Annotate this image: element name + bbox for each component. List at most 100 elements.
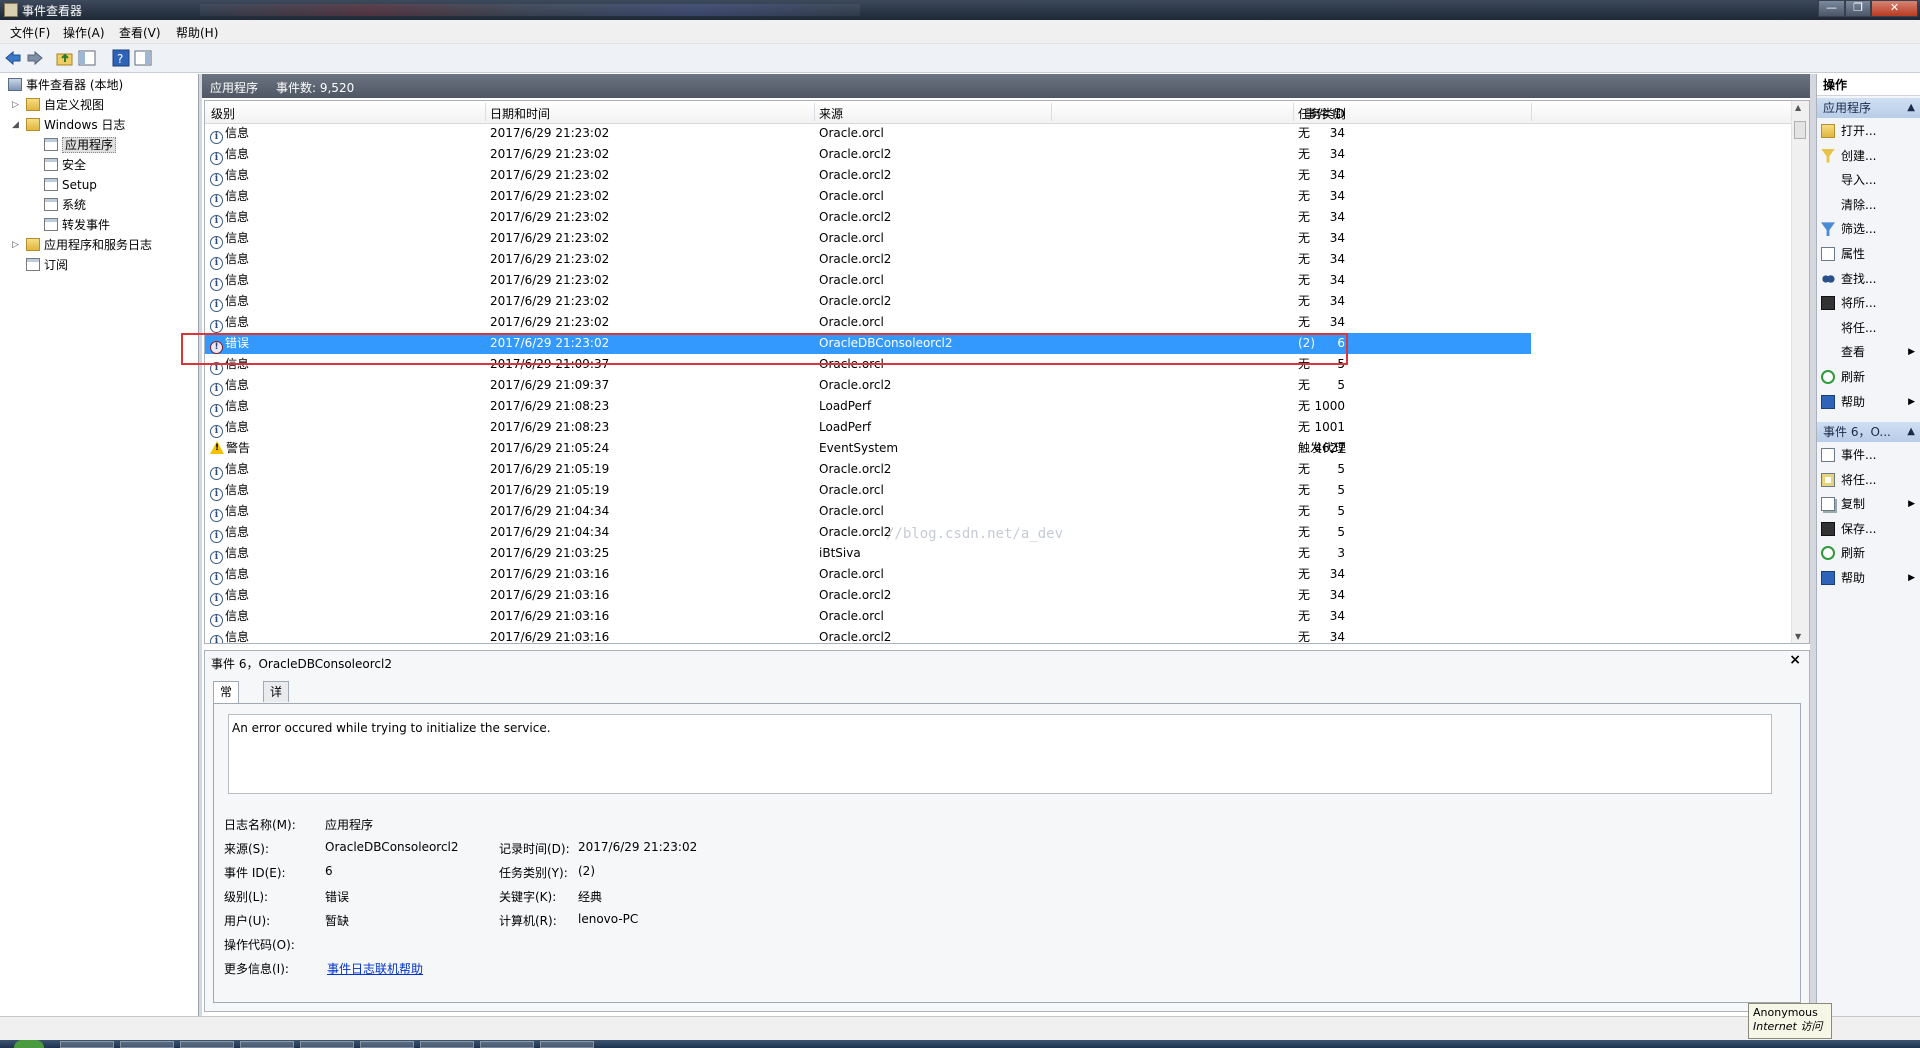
taskbar-button[interactable] xyxy=(360,1041,414,1048)
pane-splitter[interactable] xyxy=(199,74,202,1016)
action-save[interactable]: 将所... xyxy=(1821,292,1919,314)
column-header-task[interactable]: 任务类别 xyxy=(1298,105,1346,122)
event-row[interactable]: i 信息 2017/6/29 21:03:16 Oracle.orcl2 34 无 xyxy=(205,627,1793,643)
action-open[interactable]: 打开... xyxy=(1821,120,1919,142)
expand-arrow-icon[interactable]: ▷ xyxy=(12,236,19,254)
event-row[interactable]: i 信息 2017/6/29 21:05:19 Oracle.orcl2 5 无 xyxy=(205,459,1793,480)
column-divider[interactable] xyxy=(1293,103,1294,121)
tab-general[interactable]: 常规 xyxy=(213,681,240,720)
event-row[interactable]: i 信息 2017/6/29 21:23:02 Oracle.orcl 34 无 xyxy=(205,270,1793,291)
event-row[interactable]: i 信息 2017/6/29 21:08:23 LoadPerf 1001 无 xyxy=(205,417,1793,438)
column-divider[interactable] xyxy=(485,103,486,121)
action-group-application[interactable]: 应用程序 ▲ xyxy=(1817,98,1920,118)
event-row[interactable]: i 信息 2017/6/29 21:04:34 Oracle.orcl 5 无 xyxy=(205,501,1793,522)
event-row[interactable]: i 信息 2017/6/29 21:03:16 Oracle.orcl2 34 无 xyxy=(205,585,1793,606)
maximize-button[interactable]: ❐ xyxy=(1845,0,1871,17)
tree-item-security[interactable]: 安全 xyxy=(44,156,86,174)
online-help-link[interactable]: 事件日志联机帮助 xyxy=(327,960,423,977)
action-attach-task[interactable]: 将任... xyxy=(1821,317,1919,339)
show-action-pane-icon[interactable] xyxy=(134,49,152,67)
vertical-scrollbar[interactable]: ▲ ▼ xyxy=(1791,101,1809,643)
action-properties[interactable]: 属性 xyxy=(1821,243,1919,265)
scroll-down-arrow-icon[interactable]: ▼ xyxy=(1795,632,1801,641)
collapse-arrow-icon[interactable]: ◢ xyxy=(12,116,19,134)
column-header-level[interactable]: 级别 xyxy=(211,105,235,122)
event-row[interactable]: i 信息 2017/6/29 21:09:37 Oracle.orcl2 5 无 xyxy=(205,375,1793,396)
action-help[interactable]: 帮助 ▶ xyxy=(1821,391,1919,413)
event-row[interactable]: i 信息 2017/6/29 21:23:02 Oracle.orcl 34 无 xyxy=(205,312,1793,333)
action-view[interactable]: 查看 ▶ xyxy=(1821,341,1919,363)
event-row[interactable]: i 信息 2017/6/29 21:23:02 Oracle.orcl2 34 无 xyxy=(205,207,1793,228)
minimize-button[interactable]: — xyxy=(1818,0,1845,17)
tree-item-application[interactable]: 应用程序 xyxy=(44,136,117,154)
event-message[interactable]: An error occured while trying to initial… xyxy=(228,714,1772,794)
tree-item-forwarded-events[interactable]: 转发事件 xyxy=(44,216,110,234)
column-divider[interactable] xyxy=(1051,103,1052,121)
action-filter[interactable]: 筛选... xyxy=(1821,218,1919,240)
action-import[interactable]: 导入... xyxy=(1821,169,1919,191)
taskbar-button[interactable] xyxy=(120,1041,174,1048)
action-copy[interactable]: 复制 ▶ xyxy=(1821,493,1919,515)
action-help[interactable]: 帮助 ▶ xyxy=(1821,567,1919,589)
action-save[interactable]: 保存... xyxy=(1821,518,1919,540)
show-hide-console-tree-icon[interactable] xyxy=(78,49,96,67)
expand-arrow-icon[interactable]: ▷ xyxy=(12,96,19,114)
event-row[interactable]: i 信息 2017/6/29 21:08:23 LoadPerf 1000 无 xyxy=(205,396,1793,417)
column-header-source[interactable]: 来源 xyxy=(819,105,843,122)
event-row[interactable]: i 信息 2017/6/29 21:23:02 Oracle.orcl 34 无 xyxy=(205,228,1793,249)
up-folder-icon[interactable] xyxy=(56,49,74,67)
scrollbar-thumb[interactable] xyxy=(1794,121,1806,139)
tree-item-root[interactable]: 事件查看器 (本地) xyxy=(8,76,123,94)
event-row[interactable]: i 信息 2017/6/29 21:23:02 Oracle.orcl 34 无 xyxy=(205,186,1793,207)
action-attach-task[interactable]: 将任... xyxy=(1821,469,1919,491)
column-header-datetime[interactable]: 日期和时间 xyxy=(490,105,550,122)
taskbar-button[interactable] xyxy=(540,1041,594,1048)
event-level: i 信息 xyxy=(210,228,249,249)
event-row[interactable]: i 信息 2017/6/29 21:23:02 Oracle.orcl2 34 无 xyxy=(205,249,1793,270)
event-row[interactable]: i 信息 2017/6/29 21:23:02 Oracle.orcl2 34 无 xyxy=(205,165,1793,186)
menu-help[interactable]: 帮助(H) xyxy=(176,24,218,41)
close-window-button[interactable]: ✕ xyxy=(1871,0,1918,17)
taskbar-button[interactable] xyxy=(180,1041,234,1048)
tree-item-setup[interactable]: Setup xyxy=(44,176,97,194)
forward-arrow-icon[interactable] xyxy=(26,49,44,67)
event-row[interactable]: i 信息 2017/6/29 21:05:19 Oracle.orcl 5 无 xyxy=(205,480,1793,501)
event-row[interactable]: i 信息 2017/6/29 21:23:02 Oracle.orcl2 34 无 xyxy=(205,144,1793,165)
detail-close-icon[interactable]: × xyxy=(1789,652,1801,668)
event-row[interactable]: i 信息 2017/6/29 21:03:16 Oracle.orcl 34 无 xyxy=(205,564,1793,585)
tree-item-windows-logs[interactable]: ◢ Windows 日志 xyxy=(12,116,125,134)
menu-file[interactable]: 文件(F) xyxy=(10,24,50,41)
column-divider[interactable] xyxy=(814,103,815,121)
action-event-properties[interactable]: 事件... xyxy=(1821,444,1919,466)
action-group-event[interactable]: 事件 6，O... ▲ xyxy=(1817,422,1920,442)
taskbar-button[interactable] xyxy=(240,1041,294,1048)
taskbar-button[interactable] xyxy=(420,1041,474,1048)
action-find[interactable]: 查找... xyxy=(1821,268,1919,290)
event-row[interactable]: i 信息 2017/6/29 21:03:16 Oracle.orcl 34 无 xyxy=(205,606,1793,627)
action-clear[interactable]: 清除... xyxy=(1821,194,1919,216)
taskbar-button[interactable] xyxy=(300,1041,354,1048)
taskbar-button[interactable] xyxy=(480,1041,534,1048)
collapse-chevron-icon[interactable]: ▲ xyxy=(1907,422,1915,442)
scroll-up-arrow-icon[interactable]: ▲ xyxy=(1795,103,1801,112)
tree-item-system[interactable]: 系统 xyxy=(44,196,86,214)
action-refresh[interactable]: 刷新 xyxy=(1821,366,1919,388)
tree-item-subscriptions[interactable]: 订阅 xyxy=(26,256,68,274)
start-button[interactable] xyxy=(14,1040,44,1048)
taskbar-button[interactable] xyxy=(60,1041,114,1048)
event-row[interactable]: i 信息 2017/6/29 21:23:02 Oracle.orcl2 34 无 xyxy=(205,291,1793,312)
action-filter-create[interactable]: 创建... xyxy=(1821,145,1919,167)
back-arrow-icon[interactable] xyxy=(4,49,22,67)
action-refresh[interactable]: 刷新 xyxy=(1821,542,1919,564)
event-row[interactable]: i 信息 2017/6/29 21:03:25 iBtSiva 3 无 xyxy=(205,543,1793,564)
event-row[interactable]: i 信息 2017/6/29 21:23:02 Oracle.orcl 34 无 xyxy=(205,123,1793,144)
menu-view[interactable]: 查看(V) xyxy=(119,24,161,41)
help-icon[interactable]: ? xyxy=(112,49,130,67)
menu-action[interactable]: 操作(A) xyxy=(63,24,105,41)
tab-details[interactable]: 详细信息 xyxy=(263,681,290,762)
column-divider[interactable] xyxy=(1531,103,1532,121)
collapse-chevron-icon[interactable]: ▲ xyxy=(1907,98,1915,118)
tree-item-custom-views[interactable]: ▷ 自定义视图 xyxy=(12,96,104,114)
tree-item-app-service-logs[interactable]: ▷ 应用程序和服务日志 xyxy=(12,236,152,254)
event-row[interactable]: 警告2017/6/29 21:05:24EventSystem4627触发代理 xyxy=(205,438,1793,459)
